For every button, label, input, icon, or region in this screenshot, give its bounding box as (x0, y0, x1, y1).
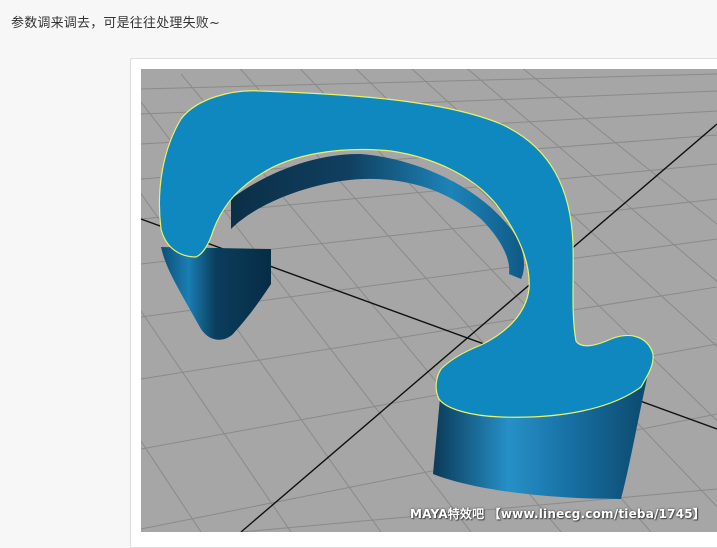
post-text: 参数调来调去，可是往往处理失败~ (11, 16, 221, 31)
extruded-shape (158, 90, 654, 499)
watermark: MAYA特效吧 【www.linecg.com/tieba/1745】 (409, 507, 705, 521)
maya-viewport-image[interactable]: MAYA特效吧 【www.linecg.com/tieba/1745】 (141, 69, 717, 532)
